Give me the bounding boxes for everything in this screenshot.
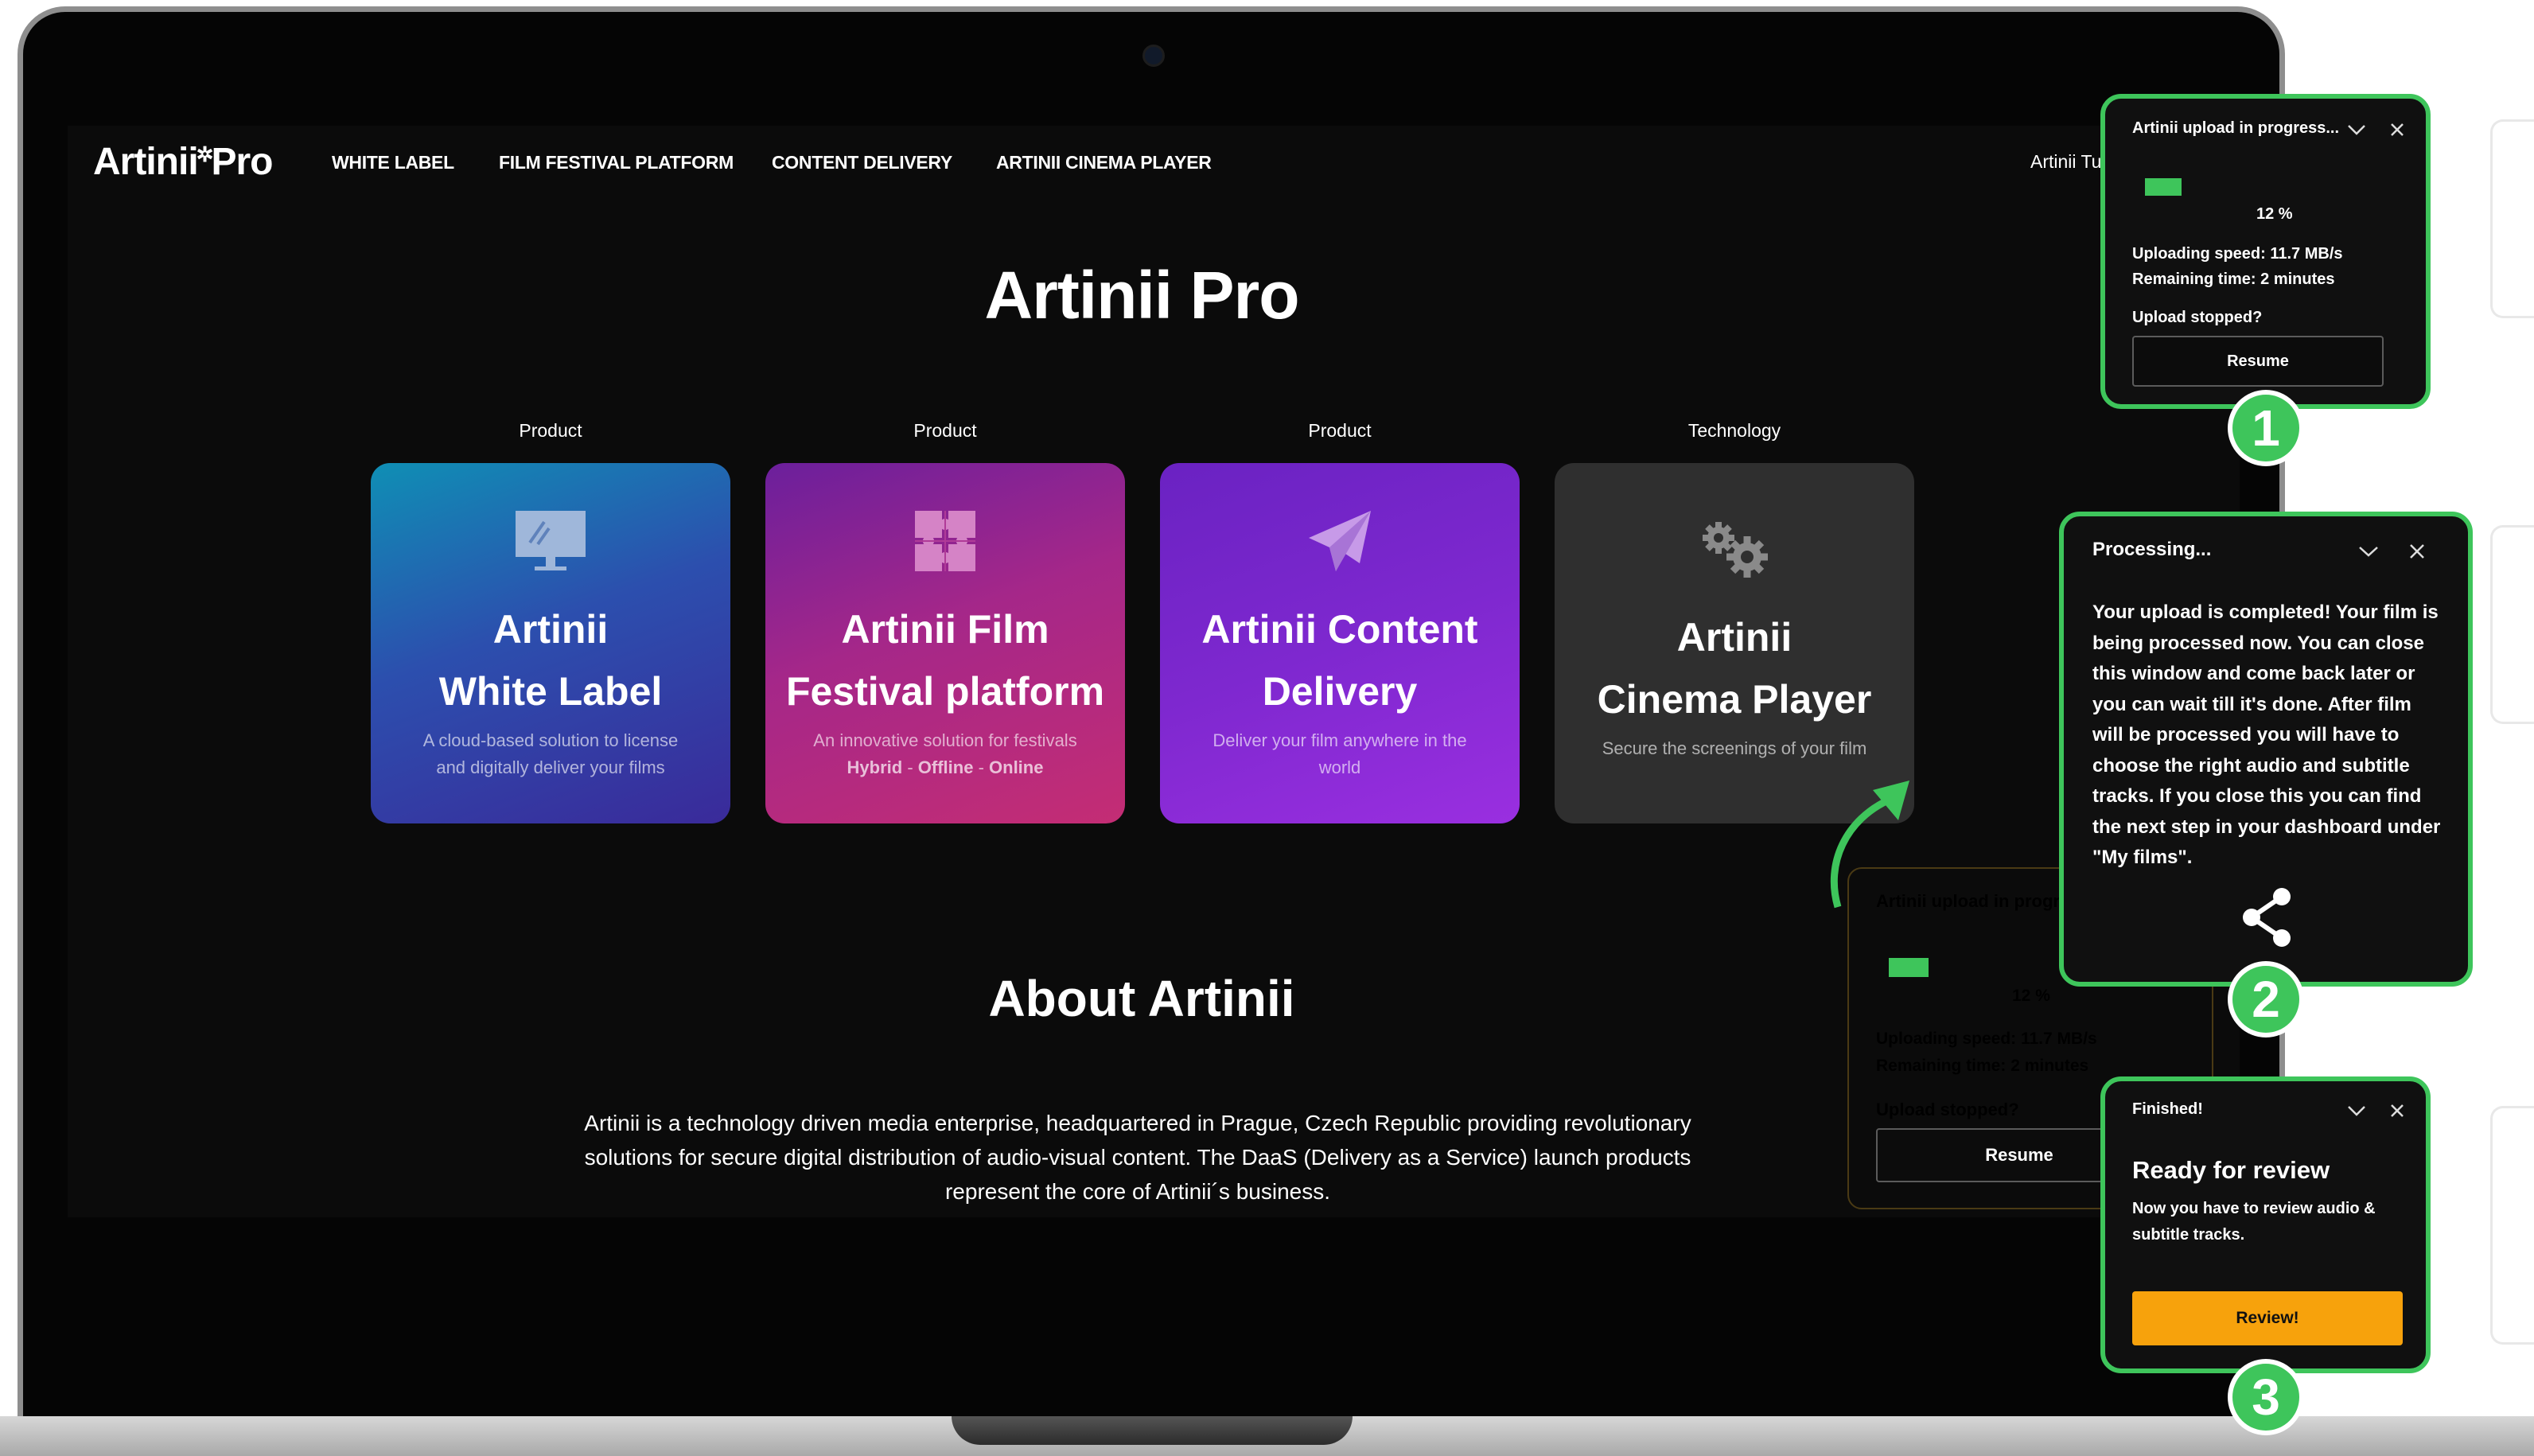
upload-progress-bar (1889, 958, 1929, 977)
step3-finished-popup: Finished! Ready for review Now you have … (2100, 1076, 2431, 1373)
share-icon (2243, 888, 2291, 947)
card-title: Delivery (1262, 669, 1418, 714)
gears-icon (1555, 519, 1914, 590)
card-description: Secure the screenings of your film (1602, 738, 1867, 758)
upload-stopped-label: Upload stopped? (2132, 309, 2263, 326)
close-icon[interactable] (2409, 543, 2425, 559)
nav-white-label[interactable]: WHITE LABEL (332, 152, 454, 173)
card-film-festival[interactable]: Artinii Film Festival platform An innovat… (765, 463, 1125, 823)
card-description: An innovative solution for festivals (813, 730, 1077, 750)
card-title: Festival platform (785, 669, 1105, 714)
card-title: Cinema Player (1597, 677, 1872, 722)
upload-percent: 12 % (2012, 987, 2050, 1005)
nav-content-delivery[interactable]: CONTENT DELIVERY (772, 152, 952, 173)
card-title: Artinii Film (841, 607, 1049, 652)
card-title: Artinii Content (1201, 607, 1478, 652)
chevron-down-icon[interactable] (2347, 124, 2366, 135)
user-menu[interactable]: Artinii Tu (2030, 151, 2101, 173)
monitor-icon (371, 508, 730, 579)
puzzle-icon (765, 508, 1125, 579)
upload-percent: 12 % (2256, 205, 2293, 223)
review-message: Now you have to review audio & subtitle … (2132, 1200, 2376, 1244)
card-category: Technology (1687, 420, 1781, 441)
paper-plane-icon (1160, 508, 1520, 579)
card-category: Product (1308, 420, 1372, 441)
review-button[interactable]: Review! (2132, 1291, 2403, 1345)
card-title: Artinii (492, 607, 609, 652)
popup-title: Artinii upload in progress... (2132, 119, 2340, 137)
close-icon[interactable] (2390, 1104, 2404, 1118)
card-category: Product (519, 420, 582, 441)
chevron-down-icon[interactable] (2347, 1105, 2366, 1116)
upload-remaining: Remaining time: 2 minutes (1876, 1057, 2089, 1075)
close-icon[interactable] (2390, 123, 2404, 137)
logo-star-icon: ✲ (196, 142, 214, 166)
page-title: Artinii Pro (984, 258, 1299, 333)
step1-upload-popup: Artinii upload in progress... 12 % Uploa… (2100, 94, 2431, 409)
side-panel-edge (2490, 119, 2534, 318)
upload-progress-bar (2145, 178, 2182, 196)
nav-artinii-cinema-player[interactable]: ARTINII CINEMA PLAYER (996, 152, 1212, 173)
card-description: and digitally deliver your films (436, 757, 665, 777)
nav-film-festival-platform[interactable]: FILM FESTIVAL PLATFORM (499, 152, 734, 173)
card-cinema-player[interactable]: Artinii Cinema Player Secure the screenin… (1555, 463, 1914, 823)
laptop-notch (952, 1416, 1353, 1445)
step2-processing-popup: Processing... Your upload is completed! … (2059, 512, 2473, 987)
side-panel-edge (2490, 525, 2534, 724)
card-description: Deliver your film anywhere in the (1213, 730, 1467, 750)
upload-speed: Uploading speed: 11.7 MB/s (2132, 245, 2343, 263)
ready-heading: Ready for review (2132, 1156, 2330, 1184)
about-text: Artinii is a technology driven media ent… (584, 1111, 1691, 1204)
step-badge-2: 2 (2228, 961, 2304, 1037)
tag-hybrid: Hybrid (847, 757, 903, 777)
webcam (1142, 45, 1165, 67)
chevron-down-icon[interactable] (2358, 546, 2379, 557)
card-content-delivery[interactable]: Artinii Content Delivery Deliver your fil… (1160, 463, 1520, 823)
upload-title: Artinii upload in progre (1876, 891, 2070, 911)
artinii-pro-logo[interactable]: Artinii✲Pro (93, 140, 273, 184)
tag-offline: Offline (917, 757, 974, 777)
step-badge-3: 3 (2228, 1359, 2304, 1435)
popup-title: Finished! (2132, 1100, 2203, 1118)
processing-message: Your upload is completed! Your film is b… (2092, 601, 2441, 868)
card-description: A cloud-based solution to license (422, 730, 679, 750)
card-white-label[interactable]: Artinii White Label A cloud-based solutio… (371, 463, 730, 823)
upload-remaining: Remaining time: 2 minutes (2132, 271, 2335, 288)
card-title: Artinii (1676, 615, 1792, 660)
card-title: White Label (438, 669, 663, 714)
card-category: Product (913, 420, 977, 441)
resume-button[interactable]: Resume (2132, 336, 2384, 387)
step-badge-1: 1 (2228, 390, 2304, 466)
upload-stopped-label: Upload stopped? (1876, 1100, 2019, 1119)
card-description: world (1318, 757, 1361, 777)
upload-speed: Uploading speed: 11.7 MB/s (1876, 1030, 2097, 1048)
top-nav: Artinii✲Pro WHITE LABEL FILM FESTIVAL PL… (68, 126, 2240, 225)
side-panel-edge (2490, 1106, 2534, 1345)
popup-title: Processing... (2092, 539, 2212, 560)
tag-online: Online (989, 757, 1044, 777)
